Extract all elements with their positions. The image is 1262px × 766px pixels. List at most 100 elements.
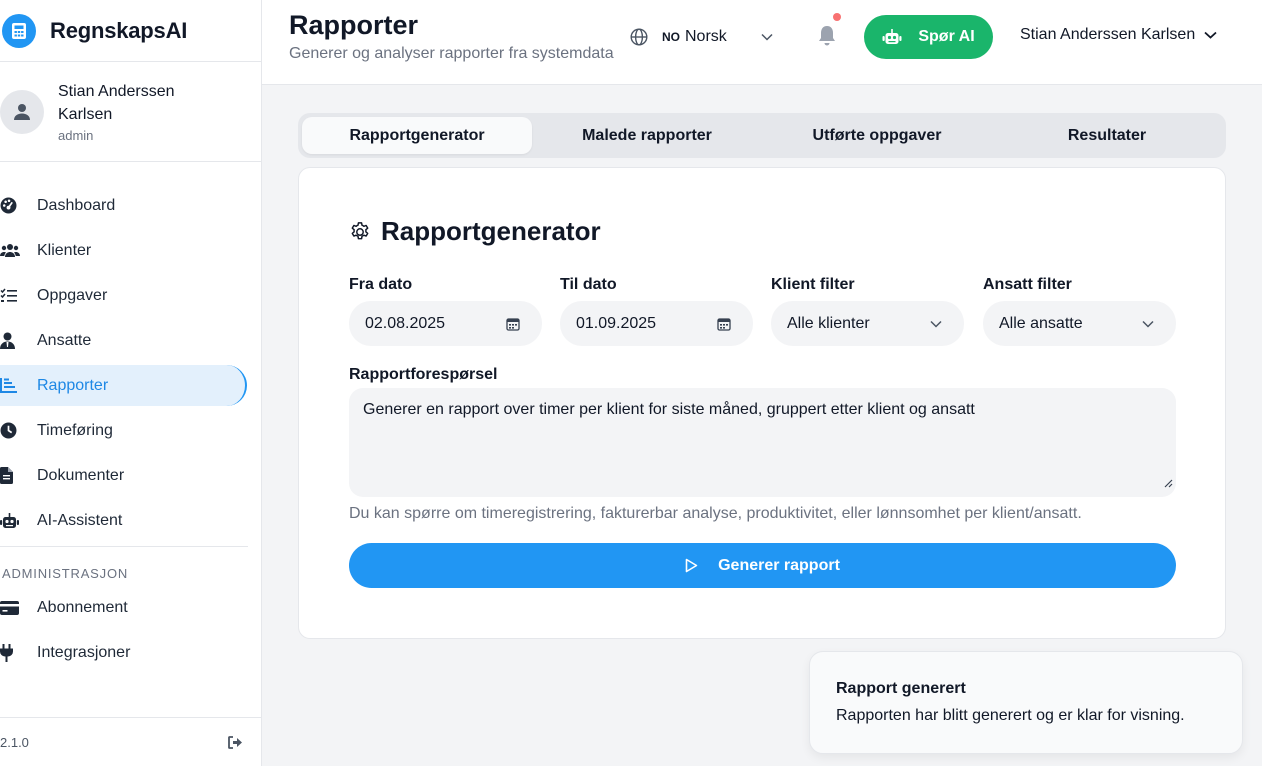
- user-role: admin: [58, 128, 94, 143]
- sidebar-item-label: Klienter: [37, 241, 92, 259]
- notification-badge: [833, 13, 841, 21]
- tasks-icon: [0, 286, 20, 306]
- to-date-field: Til dato 01.09.2025: [560, 276, 753, 346]
- chart-icon: [0, 376, 20, 396]
- calendar-icon[interactable]: [717, 317, 731, 331]
- tab-malede-rapporter[interactable]: Malede rapporter: [532, 117, 762, 154]
- brand[interactable]: RegnskapsAI: [0, 0, 261, 62]
- ask-ai-label: Spør AI: [918, 28, 975, 45]
- credit-card-icon: [0, 598, 20, 618]
- sidebar-item-label: Rapporter: [37, 376, 109, 394]
- notifications-button[interactable]: [817, 13, 841, 49]
- generate-report-label: Generer rapport: [718, 556, 840, 574]
- from-date-field: Fra dato 02.08.2025: [349, 276, 542, 346]
- sidebar-item-label: Ansatte: [37, 331, 92, 349]
- chevron-down-icon: [930, 320, 942, 328]
- sidebar-item-oppgaver[interactable]: Oppgaver: [0, 275, 247, 316]
- chevron-down-icon: [1142, 320, 1154, 328]
- globe-icon: [630, 28, 648, 46]
- users-icon: [0, 241, 20, 261]
- robot-icon: [882, 29, 902, 45]
- sidebar-item-integrasjoner[interactable]: Integrasjoner: [0, 632, 247, 673]
- sidebar-item-label: Dokumenter: [37, 466, 125, 484]
- user-name: Stian Anderssen Karlsen: [58, 83, 175, 123]
- card-title: Rapportgenerator: [349, 216, 601, 247]
- generate-report-button[interactable]: Generer rapport: [349, 543, 1176, 588]
- resize-handle-icon[interactable]: [1164, 473, 1173, 494]
- client-filter-label: Klient filter: [771, 276, 855, 293]
- bell-icon: [817, 25, 839, 47]
- tab-utforte-oppgaver[interactable]: Utførte oppgaver: [762, 117, 992, 154]
- sidebar-item-dokumenter[interactable]: Dokumenter: [0, 455, 247, 496]
- sidebar-item-label: Integrasjoner: [37, 643, 131, 661]
- sidebar-nav: Dashboard Klienter Oppgaver Ansatte Rapp…: [0, 162, 261, 673]
- sidebar-item-ai-assistent[interactable]: AI-Assistent: [0, 500, 247, 541]
- document-icon: [0, 466, 20, 486]
- user-menu[interactable]: Stian Anderssen Karlsen: [1020, 26, 1217, 44]
- employee-icon: [0, 331, 20, 351]
- avatar: [0, 89, 44, 134]
- gear-icon: [349, 221, 371, 243]
- chevron-down-icon: [761, 33, 773, 41]
- from-date-value: 02.08.2025: [365, 314, 446, 332]
- dashboard-icon: [0, 196, 20, 216]
- ask-ai-button[interactable]: Spør AI: [864, 15, 993, 59]
- sidebar: RegnskapsAI Stian Anderssen Karlsen admi…: [0, 0, 262, 766]
- toast-title: Rapport generert: [836, 680, 966, 697]
- page-subtitle: Generer og analyser rapporter fra system…: [289, 45, 614, 62]
- user-profile: Stian Anderssen Karlsen admin: [0, 62, 261, 162]
- chevron-down-icon: [1204, 31, 1217, 39]
- request-textarea[interactable]: Generer en rapport over timer per klient…: [349, 388, 1176, 497]
- to-date-input[interactable]: 01.09.2025: [560, 301, 753, 346]
- employee-filter-label: Ansatt filter: [983, 276, 1072, 293]
- clock-icon: [0, 421, 20, 441]
- sidebar-item-timeforing[interactable]: Timeføring: [0, 410, 247, 451]
- client-filter-value: Alle klienter: [787, 314, 870, 332]
- client-filter-select[interactable]: Alle klienter: [771, 301, 964, 346]
- calculator-icon: [2, 13, 36, 48]
- page-title: Rapporter: [289, 10, 419, 40]
- user-icon: [14, 103, 30, 120]
- section-heading: ADMINISTRASJON: [2, 566, 129, 581]
- sidebar-item-label: AI-Assistent: [37, 511, 123, 529]
- toast-description: Rapporten har blitt generert og er klar …: [836, 707, 1185, 724]
- sidebar-item-label: Oppgaver: [37, 286, 108, 304]
- robot-icon: [0, 511, 20, 531]
- sidebar-item-label: Timeføring: [37, 421, 113, 439]
- language-name: Norsk: [685, 28, 727, 45]
- client-filter-field: Klient filter Alle klienter: [771, 276, 964, 346]
- report-tabs: Rapportgenerator Malede rapporter Utført…: [298, 113, 1226, 158]
- to-date-value: 01.09.2025: [576, 314, 657, 332]
- sidebar-item-ansatte[interactable]: Ansatte: [0, 320, 247, 361]
- to-date-label: Til dato: [560, 276, 617, 293]
- from-date-label: Fra dato: [349, 276, 413, 293]
- sidebar-footer: 2.1.0: [0, 717, 261, 766]
- app-version: 2.1.0: [0, 734, 29, 750]
- request-text: Generer en rapport over timer per klient…: [363, 401, 975, 418]
- sidebar-item-rapporter[interactable]: Rapporter: [0, 365, 247, 406]
- tab-resultater[interactable]: Resultater: [992, 117, 1222, 154]
- sidebar-item-abonnement[interactable]: Abonnement: [0, 587, 247, 628]
- from-date-input[interactable]: 02.08.2025: [349, 301, 542, 346]
- report-generator-card: Rapportgenerator Fra dato 02.08.2025 Til…: [298, 167, 1226, 639]
- employee-filter-value: Alle ansatte: [999, 314, 1083, 332]
- calendar-icon[interactable]: [506, 317, 520, 331]
- brand-name: RegnskapsAI: [50, 17, 188, 43]
- request-label: Rapportforespørsel: [349, 366, 498, 383]
- tab-rapportgenerator[interactable]: Rapportgenerator: [302, 117, 532, 154]
- language-code: NO: [662, 30, 680, 44]
- user-menu-name: Stian Anderssen Karlsen: [1020, 26, 1196, 43]
- language-selector[interactable]: NO Norsk: [630, 24, 773, 50]
- sidebar-item-dashboard[interactable]: Dashboard: [0, 185, 247, 226]
- toast-notification[interactable]: Rapport generert Rapporten har blitt gen…: [809, 651, 1243, 754]
- employee-filter-field: Ansatt filter Alle ansatte: [983, 276, 1176, 346]
- play-icon: [685, 558, 698, 573]
- logout-icon[interactable]: [228, 735, 243, 749]
- plug-icon: [0, 643, 20, 663]
- sidebar-item-klienter[interactable]: Klienter: [0, 230, 247, 271]
- sidebar-item-label: Dashboard: [37, 196, 116, 214]
- card-title-text: Rapportgenerator: [381, 216, 601, 246]
- sidebar-item-label: Abonnement: [37, 598, 128, 616]
- employee-filter-select[interactable]: Alle ansatte: [983, 301, 1176, 346]
- request-hint: Du kan spørre om timeregistrering, faktu…: [349, 505, 1082, 522]
